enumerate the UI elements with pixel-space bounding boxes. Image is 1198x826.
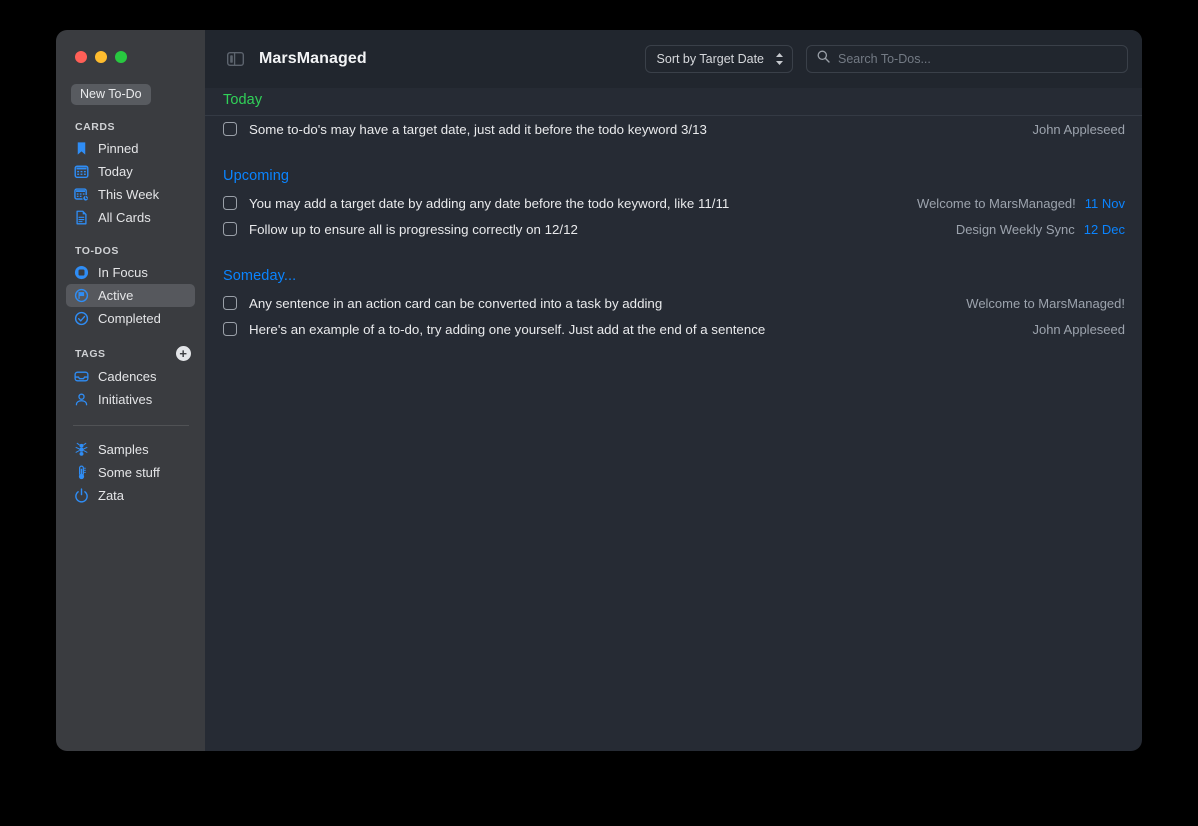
chevron-updown-icon (775, 52, 784, 66)
sidebar-item-label: Some stuff (98, 465, 160, 480)
search-icon (817, 50, 830, 68)
todo-text: Here's an example of a to-do, try adding… (249, 321, 766, 337)
calendar-week-icon (74, 187, 89, 202)
focus-icon (74, 265, 89, 280)
todo-checkbox[interactable] (223, 122, 237, 136)
traffic-light-group (56, 30, 205, 63)
sidebar-section-title-tags: TAGS + (75, 346, 191, 361)
todo-meta: Welcome to MarsManaged! (966, 296, 1125, 311)
todo-meta: Welcome to MarsManaged! 11 Nov (917, 196, 1125, 211)
check-circle-icon (74, 311, 89, 326)
sidebar-item-label: Today (98, 164, 133, 179)
search-box[interactable] (806, 45, 1128, 73)
tray-icon (74, 369, 89, 384)
minimize-window-button[interactable] (95, 51, 107, 63)
todo-meta: John Appleseed (1032, 122, 1125, 137)
sidebar-item-label: Cadences (98, 369, 157, 384)
todo-target-date[interactable]: 11 Nov (1085, 196, 1125, 211)
sidebar-item-this-week[interactable]: This Week (66, 183, 195, 206)
sidebar-section-label: TO-DOS (75, 245, 119, 257)
sidebar-item-cadences[interactable]: Cadences (66, 365, 195, 388)
thermometer-icon (74, 465, 89, 480)
sidebar-section-title-cards: CARDS (75, 121, 205, 133)
sidebar-item-label: In Focus (98, 265, 148, 280)
sidebar-item-label: All Cards (98, 210, 151, 225)
sidebar-toggle-icon[interactable] (223, 47, 247, 71)
document-icon (74, 210, 89, 225)
sidebar-section-label: CARDS (75, 121, 116, 133)
sidebar-item-label: This Week (98, 187, 160, 202)
sidebar-item-active[interactable]: Active (66, 284, 195, 307)
toolbar-right: Sort by Target Date (644, 45, 1128, 73)
bookmark-icon (74, 141, 89, 156)
sidebar-divider (73, 425, 189, 426)
sidebar-item-pinned[interactable]: Pinned (66, 137, 195, 160)
sidebar-item-label: Zata (98, 488, 125, 503)
todo-card-name[interactable]: Welcome to MarsManaged! (966, 296, 1125, 311)
todo-meta: John Appleseed (1032, 322, 1125, 337)
sidebar-item-today[interactable]: Today (66, 160, 195, 183)
sidebar-item-label: Pinned (98, 141, 139, 156)
todo-text: Any sentence in an action card can be co… (249, 295, 663, 311)
todo-card-name[interactable]: Design Weekly Sync (956, 222, 1075, 237)
todo-row[interactable]: Some to-do's may have a target date, jus… (205, 116, 1142, 142)
app-window: New To-Do CARDS Pinned Today This Week All C… (56, 30, 1142, 751)
group-header-today: Today (205, 88, 1142, 116)
todo-checkbox[interactable] (223, 296, 237, 310)
calendar-icon (74, 164, 89, 179)
toolbar: MarsManaged Sort by Target Date (205, 30, 1142, 88)
todo-text: Follow up to ensure all is progressing c… (249, 221, 578, 237)
group-header-someday-: Someday... (223, 268, 297, 284)
new-todo-button[interactable]: New To-Do (71, 84, 151, 105)
power-icon (74, 488, 89, 503)
close-window-button[interactable] (75, 51, 87, 63)
sidebar-section-title-to-dos: TO-DOS (75, 245, 205, 257)
todo-row[interactable]: You may add a target date by adding any … (205, 190, 1142, 216)
todo-row[interactable]: Follow up to ensure all is progressing c… (205, 216, 1142, 242)
sort-select[interactable]: Sort by Target Date (644, 45, 793, 73)
sidebar-item-zata[interactable]: Zata (66, 484, 195, 507)
main-panel: MarsManaged Sort by Target Date Search T… (205, 30, 1142, 751)
zoom-window-button[interactable] (115, 51, 127, 63)
todo-text: Some to-do's may have a target date, jus… (249, 121, 707, 137)
todo-checkbox[interactable] (223, 222, 237, 236)
todo-card-name[interactable]: John Appleseed (1032, 122, 1125, 137)
sidebar-item-completed[interactable]: Completed (66, 307, 195, 330)
sidebar-item-label: Samples (98, 442, 149, 457)
sidebar-item-in-focus[interactable]: In Focus (66, 261, 195, 284)
sidebar-item-all-cards[interactable]: All Cards (66, 206, 195, 229)
active-flag-icon (74, 288, 89, 303)
group-header-upcoming: Upcoming (223, 168, 290, 184)
todo-meta: Design Weekly Sync 12 Dec (956, 222, 1125, 237)
todo-card-name[interactable]: Welcome to MarsManaged! (917, 196, 1076, 211)
ant-icon (74, 442, 89, 457)
sidebar-item-label: Initiatives (98, 392, 153, 407)
todo-list: Today Some to-do's may have a target date… (205, 88, 1142, 751)
todo-checkbox[interactable] (223, 196, 237, 210)
page-title: MarsManaged (259, 50, 367, 67)
todo-checkbox[interactable] (223, 322, 237, 336)
sidebar-section-label: TAGS (75, 347, 106, 360)
sidebar-item-label: Active (98, 288, 134, 303)
person-icon (74, 392, 89, 407)
todo-row[interactable]: Any sentence in an action card can be co… (205, 290, 1142, 316)
sort-select-label: Sort by Target Date (656, 52, 764, 66)
todo-card-name[interactable]: John Appleseed (1032, 322, 1125, 337)
todo-row[interactable]: Here's an example of a to-do, try adding… (205, 316, 1142, 342)
todo-text: You may add a target date by adding any … (249, 195, 730, 211)
sidebar-item-some-stuff[interactable]: Some stuff (66, 461, 195, 484)
sidebar-item-label: Completed (98, 311, 161, 326)
add-tag-button[interactable]: + (176, 346, 191, 361)
search-input[interactable] (838, 52, 1117, 66)
sidebar-item-initiatives[interactable]: Initiatives (66, 388, 195, 411)
todo-target-date[interactable]: 12 Dec (1084, 222, 1125, 237)
sidebar-item-samples[interactable]: Samples (66, 438, 195, 461)
sidebar: New To-Do CARDS Pinned Today This Week All C… (56, 30, 205, 751)
sidebar-sections: CARDS Pinned Today This Week All Cards TO-DOS… (56, 121, 205, 507)
